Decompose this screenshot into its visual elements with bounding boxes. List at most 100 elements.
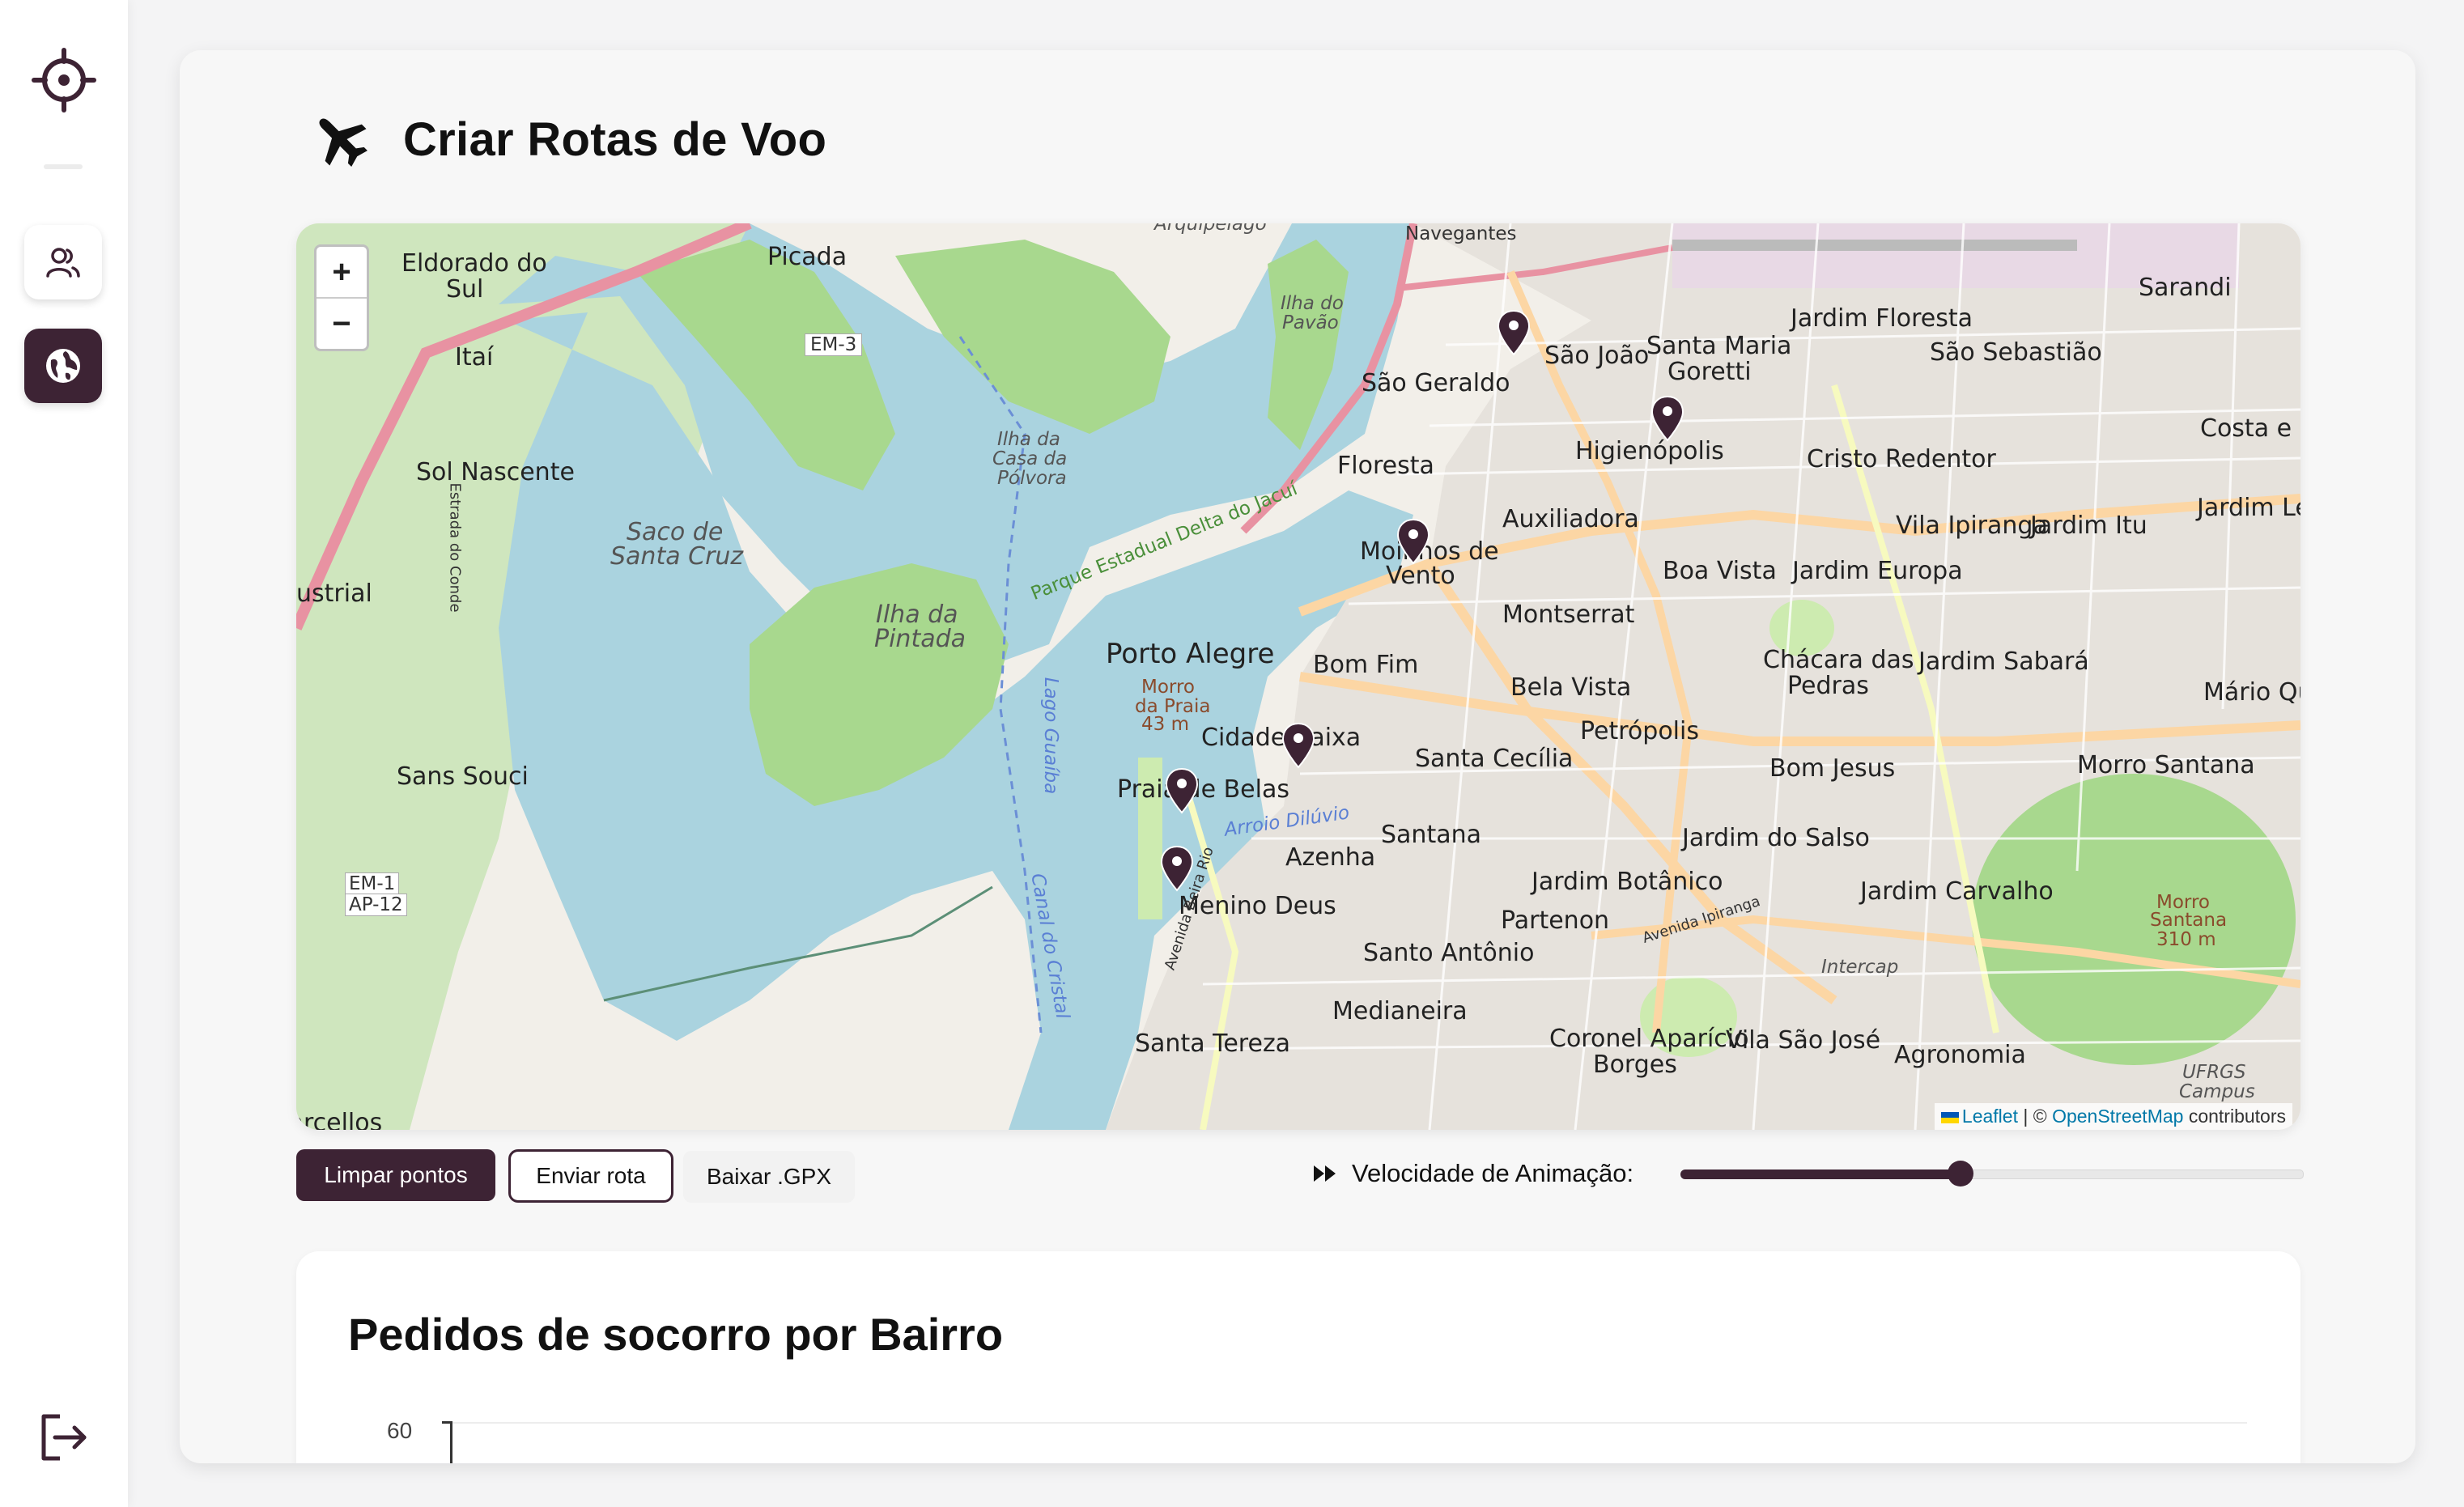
y-axis <box>450 1421 452 1463</box>
map-label: Azenha <box>1285 843 1376 872</box>
map-label: Agronomia <box>1894 1041 2026 1069</box>
map-label: Arquipélago <box>1154 223 1267 235</box>
map-label: Cristo Redentor <box>1807 445 1996 473</box>
map-label: AP-12 <box>345 894 407 916</box>
sidebar-item-map[interactable] <box>24 329 102 403</box>
zoom-out-button[interactable]: − <box>316 299 367 349</box>
map-label: Praia de Belas <box>1117 775 1289 804</box>
map-label: Coronel Aparício <box>1549 1025 1749 1053</box>
slider-thumb[interactable] <box>1947 1161 1973 1186</box>
crosshair-icon[interactable] <box>31 47 97 113</box>
page-title: Criar Rotas de Voo <box>403 112 827 166</box>
map-label: Morro Santana <box>2077 751 2255 779</box>
map-label: Pintada <box>874 625 966 653</box>
zoom-control: + − <box>314 244 369 351</box>
map-label: Auxiliadora <box>1502 505 1639 533</box>
map-label: Jardim Floresta <box>1791 304 1973 333</box>
map-label: Partenon <box>1501 906 1610 935</box>
map-label: Medianeira <box>1332 997 1468 1025</box>
map-marker[interactable] <box>1650 395 1685 442</box>
sidebar-item-users[interactable] <box>24 225 102 299</box>
animation-speed-slider[interactable] <box>1680 1161 2304 1186</box>
map-label: Santana <box>2150 910 2228 931</box>
map-label: Chácara das <box>1763 646 1914 674</box>
map-label: Jardim Sabará <box>1918 647 2089 676</box>
map-label: Mário Quin <box>2203 678 2300 707</box>
map-attribution: Leaflet | © OpenStreetMap contributors <box>1934 1103 2292 1130</box>
map-label: Lago Guaíba <box>1040 677 1062 795</box>
map-label: Sol Nascente <box>416 458 575 486</box>
map-label: Jardim Botânico <box>1532 868 1723 896</box>
map-label: Eldorado do <box>401 249 547 278</box>
logout-icon[interactable] <box>36 1410 91 1465</box>
map-label: Itaí <box>455 343 494 371</box>
map-label: EM-1 <box>345 872 400 895</box>
map-label: Campus <box>2179 1081 2255 1102</box>
map-label: Porto Alegre <box>1106 638 1275 670</box>
map-label: Boa Vista <box>1663 557 1777 585</box>
slider-fill <box>1680 1170 1961 1179</box>
page-header: Criar Rotas de Voo <box>309 108 826 170</box>
users-icon <box>46 248 80 278</box>
leaflet-link[interactable]: Leaflet <box>1962 1106 2018 1127</box>
map-marker[interactable] <box>1164 767 1200 814</box>
map-label: Goretti <box>1667 358 1752 386</box>
map-marker[interactable] <box>1281 722 1316 769</box>
map-marker[interactable] <box>1159 845 1195 892</box>
map-label: Pedras <box>1787 672 1869 700</box>
map-label: Costa e Silv <box>2200 414 2300 443</box>
map-label: Santa Cruz <box>610 542 744 571</box>
animation-speed-label: Velocidade de Animação: <box>1352 1159 1634 1187</box>
map-label: Jardim Carvalho <box>1860 877 2054 906</box>
map-label: Bela Vista <box>1510 673 1632 702</box>
map-label: Santa Cecília <box>1415 745 1574 773</box>
map-label: Floresta <box>1337 452 1434 480</box>
map-label: Petrópolis <box>1580 717 1699 745</box>
map-label: São Sebastião <box>1930 338 2102 367</box>
map-label: Montserrat <box>1502 601 1635 629</box>
map-label: Navegantes <box>1405 223 1517 244</box>
map-label: São João <box>1544 342 1650 370</box>
map-marker[interactable] <box>1396 518 1431 565</box>
chart-title: Pedidos de socorro por Bairro <box>348 1309 1004 1360</box>
map-label: Bom Fim <box>1313 651 1419 679</box>
send-route-button[interactable]: Enviar rota <box>508 1149 673 1203</box>
zoom-in-button[interactable]: + <box>316 247 367 299</box>
airplane-icon <box>319 118 367 167</box>
map-label: Santana <box>1381 821 1481 849</box>
map-label: Sans Souci <box>397 762 529 791</box>
map-label: ustrial <box>296 579 372 608</box>
map-label: Bom Jesus <box>1769 754 1896 783</box>
map-label: Vila São José <box>1726 1026 1881 1055</box>
map-label: Jardim Europa <box>1792 557 1963 585</box>
map-label: EM-3 <box>805 333 863 356</box>
map-label: Sul <box>446 275 484 304</box>
map-label: Pavão <box>1282 312 1339 333</box>
map-label: Jardim do Salso <box>1682 824 1870 852</box>
route-map[interactable]: Navegantes Arquipélago Eldorado do Sul P… <box>296 223 2300 1130</box>
map-label: Estrada do Conde <box>446 482 464 613</box>
attribution-separator: | © <box>2017 1106 2053 1127</box>
sidebar <box>0 0 128 1507</box>
main-panel: Criar Rotas de Voo Navegantes Arquipélag… <box>180 50 2415 1463</box>
sidebar-divider <box>44 164 83 169</box>
map-label: Morro <box>1141 677 1195 698</box>
fast-forward-icon <box>1314 1165 1336 1182</box>
osm-link[interactable]: OpenStreetMap <box>2052 1106 2183 1127</box>
map-label: Sarandi <box>2139 274 2232 302</box>
map-label: Jardim Itu <box>2030 512 2148 540</box>
ukraine-flag-icon <box>1940 1111 1959 1123</box>
map-label: São Geraldo <box>1362 369 1510 397</box>
map-label: 310 m <box>2156 929 2216 950</box>
map-label: Ilha do <box>1281 293 1344 314</box>
animation-speed-control: Velocidade de Animação: <box>1313 1159 1633 1188</box>
map-label: Picada <box>767 243 848 271</box>
map-label: Vila Ipiranga <box>1896 512 2048 540</box>
chart-gridline <box>452 1422 2247 1424</box>
map-label: 43 m <box>1141 714 1189 735</box>
clear-points-button[interactable]: Limpar pontos <box>296 1149 495 1201</box>
map-marker[interactable] <box>1496 309 1532 356</box>
map-label: Santo Antônio <box>1363 939 1535 967</box>
map-label: Borges <box>1593 1051 1677 1079</box>
download-gpx-button[interactable]: Baixar .GPX <box>683 1151 855 1203</box>
